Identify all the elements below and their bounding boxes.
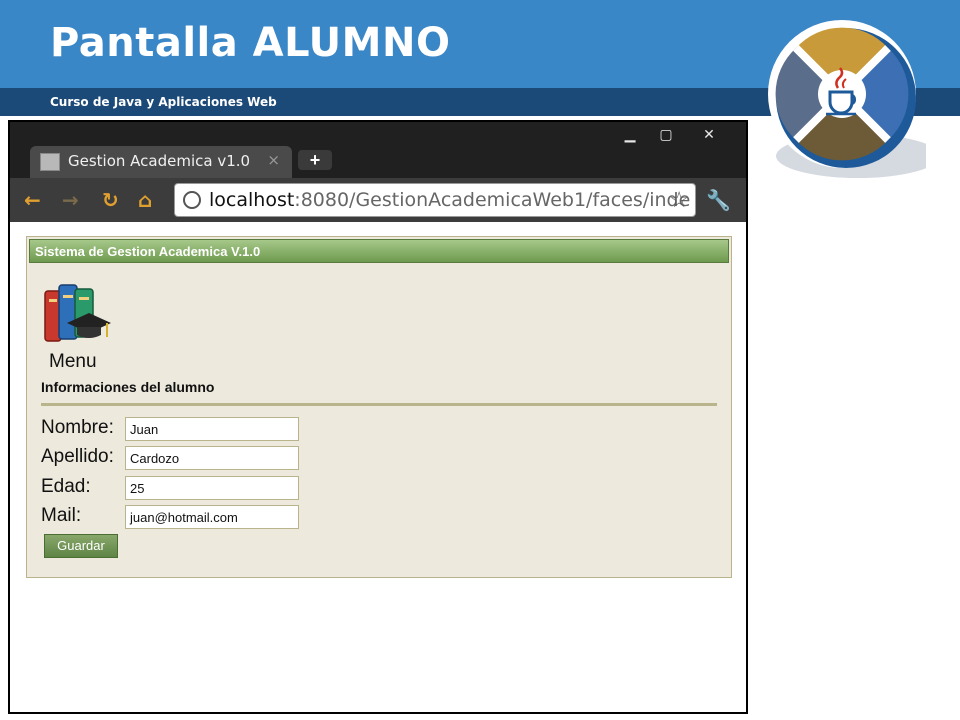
new-tab-button[interactable]: + <box>298 150 332 170</box>
back-icon[interactable]: ← <box>24 188 41 212</box>
url-path: :8080/GestionAcademicaWeb1/faces/inde <box>294 189 691 211</box>
section-title: Informaciones del alumno <box>41 379 215 395</box>
home-icon[interactable]: ⌂ <box>138 188 152 212</box>
mail-label: Mail: <box>41 505 82 526</box>
globe-icon <box>183 191 201 209</box>
page-viewport: Sistema de Gestion Academica V.1.0 Menu … <box>10 222 746 712</box>
mail-input[interactable]: juan@hotmail.com <box>125 505 299 529</box>
slide-title: Pantalla ALUMNO <box>50 20 451 66</box>
close-window-icon[interactable]: ✕ <box>684 124 734 146</box>
reload-icon[interactable]: ↻ <box>102 188 119 212</box>
save-button[interactable]: Guardar <box>44 534 118 558</box>
tab-favicon-icon <box>40 153 60 171</box>
url-text[interactable]: localhost:8080/GestionAcademicaWeb1/face… <box>209 189 690 211</box>
browser-titlebar: ▁ ▢ ✕ Gestion Academica v1.0 × + <box>10 122 746 178</box>
tab-close-icon[interactable]: × <box>267 151 280 169</box>
browser-window: ▁ ▢ ✕ Gestion Academica v1.0 × + ← → ↻ ⌂… <box>8 120 748 714</box>
apellido-input[interactable]: Cardozo <box>125 446 299 470</box>
apellido-label: Apellido: <box>41 446 114 467</box>
edad-label: Edad: <box>41 476 91 497</box>
books-icon[interactable] <box>41 279 111 347</box>
bookmark-star-icon[interactable]: ☆ <box>669 187 689 213</box>
java-cup-icon <box>768 20 926 178</box>
app-panel: Sistema de Gestion Academica V.1.0 Menu … <box>26 236 732 578</box>
slide-subtitle: Curso de Java y Aplicaciones Web <box>50 95 277 109</box>
section-divider <box>41 403 717 406</box>
app-title: Sistema de Gestion Academica V.1.0 <box>35 244 261 259</box>
edad-input[interactable]: 25 <box>125 476 299 500</box>
tab-title: Gestion Academica v1.0 <box>68 152 251 170</box>
panel-header: Sistema de Gestion Academica V.1.0 <box>29 239 729 263</box>
maximize-icon[interactable]: ▢ <box>648 124 684 146</box>
menu-link[interactable]: Menu <box>49 351 97 373</box>
url-host: localhost <box>209 189 295 211</box>
forward-icon[interactable]: → <box>62 188 79 212</box>
browser-toolbar: ← → ↻ ⌂ localhost:8080/GestionAcademicaW… <box>10 178 746 222</box>
wrench-icon[interactable]: 🔧 <box>706 188 731 213</box>
window-controls: ▁ ▢ ✕ <box>612 124 734 146</box>
nombre-label: Nombre: <box>41 417 114 438</box>
browser-tab[interactable]: Gestion Academica v1.0 × <box>30 146 292 178</box>
address-bar[interactable]: localhost:8080/GestionAcademicaWeb1/face… <box>174 183 696 217</box>
nombre-input[interactable]: Juan <box>125 417 299 441</box>
minimize-icon[interactable]: ▁ <box>612 124 648 146</box>
